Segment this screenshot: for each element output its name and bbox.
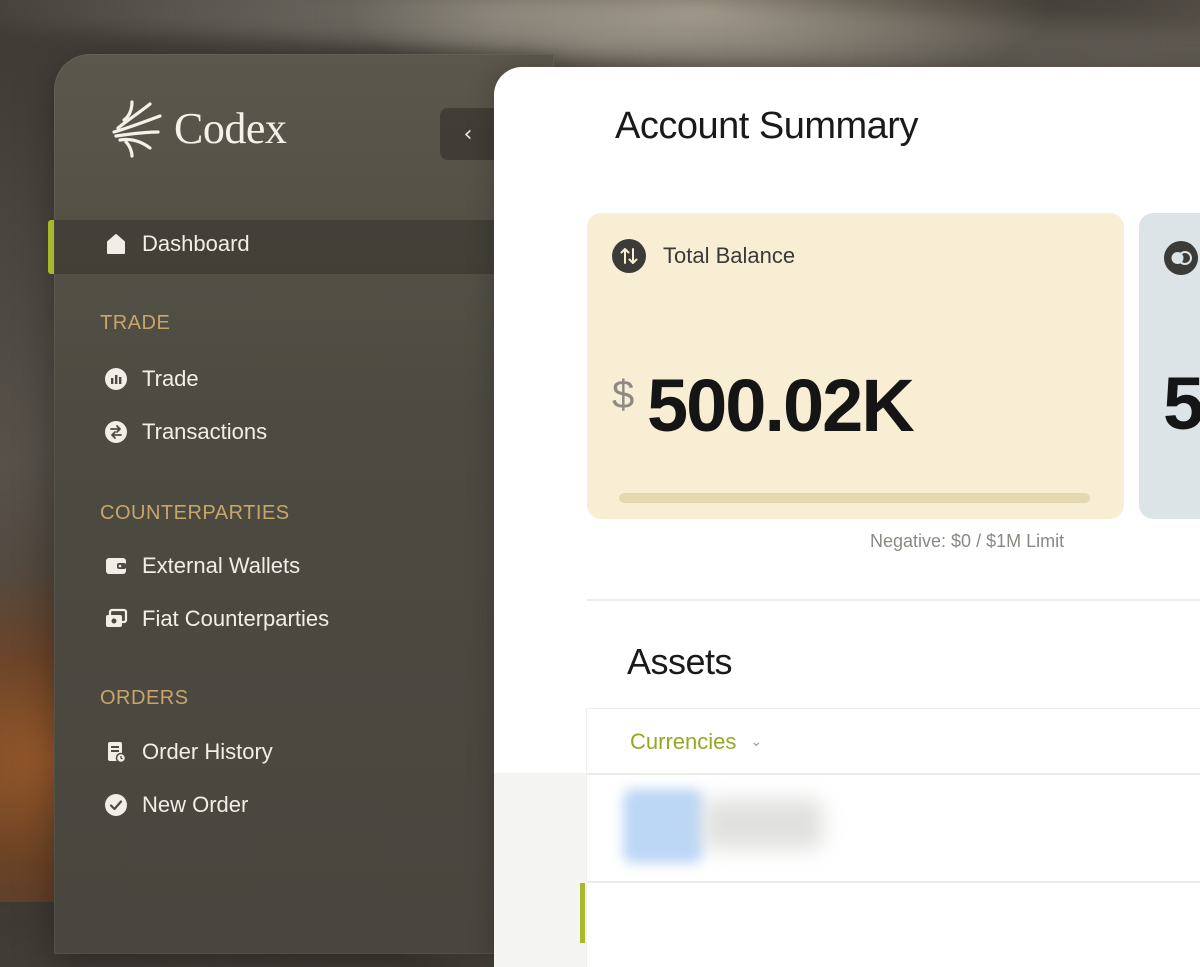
- secondary-summary-card[interactable]: 5: [1139, 213, 1200, 519]
- asset-icon: [623, 789, 703, 863]
- sidebar-item-label: External Wallets: [142, 553, 301, 578]
- row-divider: [587, 773, 1200, 775]
- currency-symbol: $: [612, 373, 635, 417]
- chevron-left-icon: ‹: [463, 121, 473, 147]
- sidebar-item-label: Dashboard: [142, 231, 250, 256]
- assets-title: Assets: [627, 641, 733, 682]
- sidebar-item-trade[interactable]: Trade: [104, 366, 199, 392]
- cash-icon: [104, 607, 128, 631]
- section-label-orders: ORDERS: [100, 687, 189, 709]
- sidebar: Codex ‹ Dashboard TRADE Trade Transactio…: [48, 54, 554, 954]
- sidebar-item-new-order[interactable]: New Order: [104, 792, 248, 818]
- secondary-value: 5: [1163, 362, 1200, 445]
- section-label-trade: TRADE: [100, 312, 171, 334]
- home-icon: [104, 232, 128, 256]
- limit-text: Negative: $0 / $1M Limit: [870, 531, 1065, 551]
- sidebar-item-label: New Order: [142, 792, 249, 817]
- balance-label: Total Balance: [663, 243, 796, 268]
- collapse-sidebar-button[interactable]: ‹: [440, 108, 496, 160]
- toggle-icon: [1164, 241, 1198, 275]
- active-indicator: [48, 220, 54, 274]
- check-circle-icon: [104, 793, 128, 817]
- sidebar-item-label: Transactions: [142, 419, 268, 444]
- app-name: Codex: [174, 103, 287, 153]
- main-panel: Account Summary Total Balance $ 500.02K …: [494, 67, 1200, 967]
- section-divider: [587, 599, 1200, 601]
- chevron-down-icon: ⌄: [750, 734, 763, 750]
- row-active-indicator: [580, 883, 585, 943]
- logo[interactable]: Codex: [110, 98, 287, 158]
- sidebar-item-external-wallets[interactable]: External Wallets: [104, 553, 300, 579]
- sidebar-item-label: Order History: [142, 739, 273, 764]
- asset-name-blurred: [703, 799, 823, 849]
- sidebar-item-transactions[interactable]: Transactions: [104, 419, 267, 445]
- assets-panel: Currencies ⌄: [580, 709, 1200, 967]
- balance-value: 500.02K: [647, 364, 915, 447]
- section-label-counterparties: COUNTERPARTIES: [100, 502, 290, 524]
- limit-progress-bar: [619, 493, 1090, 503]
- sidebar-item-order-history[interactable]: Order History: [104, 739, 273, 765]
- sidebar-item-label: Trade: [142, 366, 199, 391]
- codex-logo-icon: [112, 100, 162, 158]
- total-balance-card[interactable]: Total Balance $ 500.02K: [587, 213, 1124, 519]
- panel-background: [494, 773, 586, 967]
- currencies-filter-dropdown[interactable]: Currencies ⌄: [630, 729, 762, 755]
- wallet-icon: [104, 554, 128, 578]
- swap-icon: [104, 420, 128, 444]
- filter-label: Currencies: [630, 729, 737, 754]
- chart-icon: [104, 367, 128, 391]
- swap-vertical-icon: [612, 239, 646, 273]
- sidebar-item-label: Fiat Counterparties: [142, 606, 330, 631]
- sidebar-item-fiat-counterparties[interactable]: Fiat Counterparties: [104, 606, 329, 632]
- row-divider: [587, 881, 1200, 883]
- page-title: Account Summary: [615, 105, 918, 147]
- sidebar-item-dashboard-content[interactable]: Dashboard: [104, 231, 250, 257]
- receipt-icon: [104, 740, 128, 764]
